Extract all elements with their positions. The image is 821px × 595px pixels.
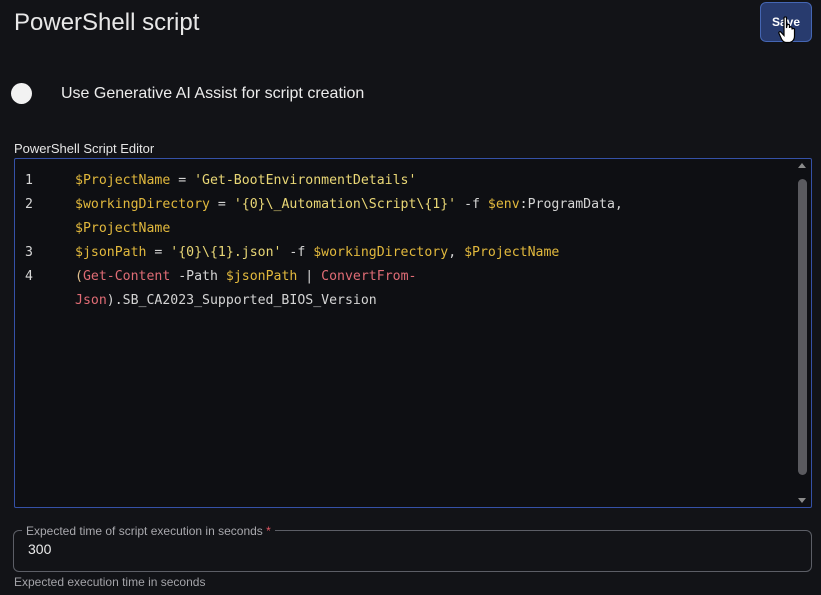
code-line: 1 $ProjectName = 'Get-BootEnvironmentDet…: [15, 169, 793, 193]
code-token: Json: [75, 293, 107, 308]
ai-assist-label: Use Generative AI Assist for script crea…: [61, 85, 365, 102]
code-line-wrap: Json).SB_CA2023_Supported_BIOS_Version: [15, 289, 793, 313]
editor-label: PowerShell Script Editor: [14, 141, 155, 156]
line-number: 4: [25, 269, 33, 284]
editor-scrollbar[interactable]: [796, 161, 809, 507]
line-source: $workingDirectory = '{0}\_Automation\Scr…: [75, 193, 623, 217]
execution-time-input[interactable]: [28, 541, 788, 557]
code-token: '{0}\_Automation\Script\{1}': [233, 197, 457, 212]
ai-assist-toggle[interactable]: [11, 83, 32, 104]
code-token: -f: [456, 197, 488, 212]
code-area[interactable]: 1 $ProjectName = 'Get-BootEnvironmentDet…: [15, 169, 793, 313]
code-token: (: [75, 269, 83, 284]
code-token: $ProjectName: [464, 245, 560, 260]
code-token: =: [209, 197, 234, 212]
code-token: =: [170, 173, 195, 188]
code-token: |: [297, 269, 322, 284]
code-token: -Path: [170, 269, 226, 284]
line-source: Json).SB_CA2023_Supported_BIOS_Version: [75, 289, 377, 313]
code-token: $ProjectName: [75, 173, 171, 188]
execution-time-label: Expected time of script execution in sec…: [22, 524, 275, 538]
page-title: PowerShell script: [14, 9, 200, 36]
line-number-blank: [15, 217, 75, 241]
code-line: 2 $workingDirectory = '{0}\_Automation\S…: [15, 193, 793, 217]
execution-time-helper: Expected execution time in seconds: [14, 575, 206, 589]
code-token: $env: [487, 197, 520, 212]
line-source: (Get-Content -Path $jsonPath | ConvertFr…: [75, 265, 416, 289]
code-token: $ProjectName: [75, 221, 171, 236]
code-line-wrap: $ProjectName: [15, 217, 793, 241]
code-line: 4 (Get-Content -Path $jsonPath | Convert…: [15, 265, 793, 289]
code-token: $workingDirectory: [75, 197, 210, 212]
line-number: 2: [25, 197, 33, 212]
line-source: $ProjectName: [75, 217, 170, 241]
scroll-thumb[interactable]: [798, 179, 807, 475]
code-token: =: [146, 245, 171, 260]
code-token: -f: [281, 245, 314, 260]
line-number: 3: [25, 245, 33, 260]
line-number: 1: [25, 173, 33, 188]
scroll-up-icon[interactable]: [798, 163, 806, 168]
code-token: Get-Content: [82, 269, 171, 284]
script-editor[interactable]: 1 $ProjectName = 'Get-BootEnvironmentDet…: [14, 158, 812, 508]
scroll-down-icon[interactable]: [798, 498, 806, 503]
code-token: 'Get-BootEnvironmentDetails': [194, 173, 417, 188]
execution-time-field: Expected time of script execution in sec…: [13, 524, 812, 572]
line-number-blank: [15, 289, 75, 313]
code-token: ConvertFrom-: [321, 269, 417, 284]
code-token: $jsonPath: [225, 269, 298, 284]
save-button[interactable]: Save: [760, 2, 812, 42]
execution-time-label-text: Expected time of script execution in sec…: [26, 524, 263, 538]
code-token: $jsonPath: [75, 245, 147, 260]
code-token: ,: [448, 245, 465, 260]
line-source: $ProjectName = 'Get-BootEnvironmentDetai…: [75, 169, 416, 193]
required-marker: *: [266, 524, 271, 538]
code-line: 3 $jsonPath = '{0}\{1}.json' -f $working…: [15, 241, 793, 265]
code-token: '{0}\{1}.json': [170, 245, 282, 260]
code-token: ).SB_CA2023_Supported_BIOS_Version: [106, 293, 377, 308]
code-token: $workingDirectory: [313, 245, 449, 260]
code-token: :ProgramData,: [519, 197, 623, 212]
line-source: $jsonPath = '{0}\{1}.json' -f $workingDi…: [75, 241, 559, 265]
